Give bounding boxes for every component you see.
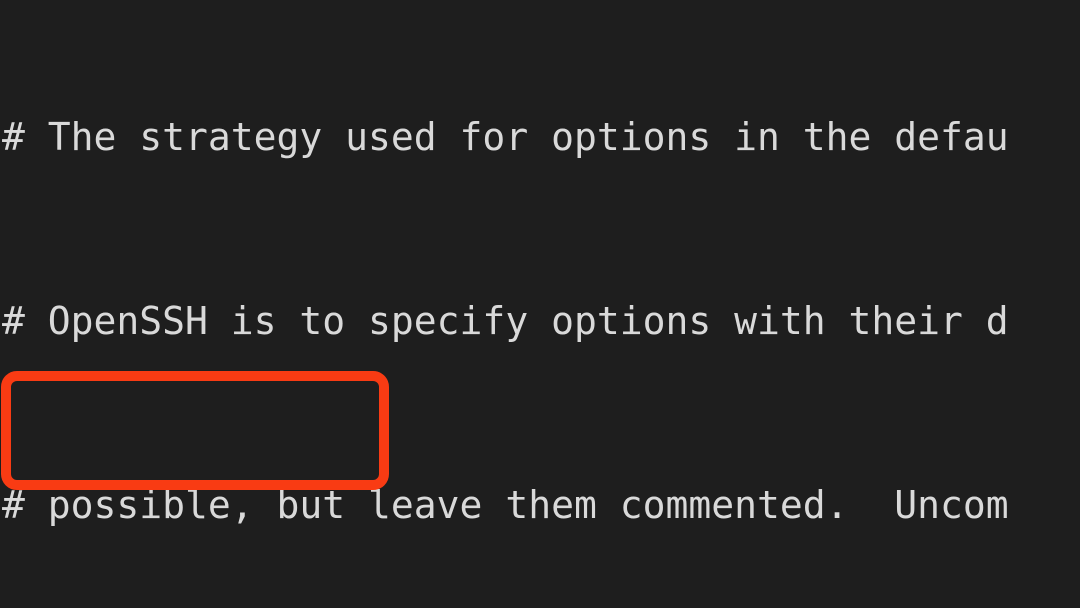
terminal-screen: # The strategy used for options in the d…: [0, 0, 1080, 608]
code-line-list: # The strategy used for options in the d…: [0, 0, 1080, 608]
code-line-comment-strategy[interactable]: # The strategy used for options in the d…: [0, 114, 1080, 160]
code-line-comment-possible[interactable]: # possible, but leave them commented. Un…: [0, 482, 1080, 528]
code-line-comment-openssh[interactable]: # OpenSSH is to specify options with the…: [0, 298, 1080, 344]
text-editor-viewport[interactable]: # The strategy used for options in the d…: [0, 0, 1080, 608]
